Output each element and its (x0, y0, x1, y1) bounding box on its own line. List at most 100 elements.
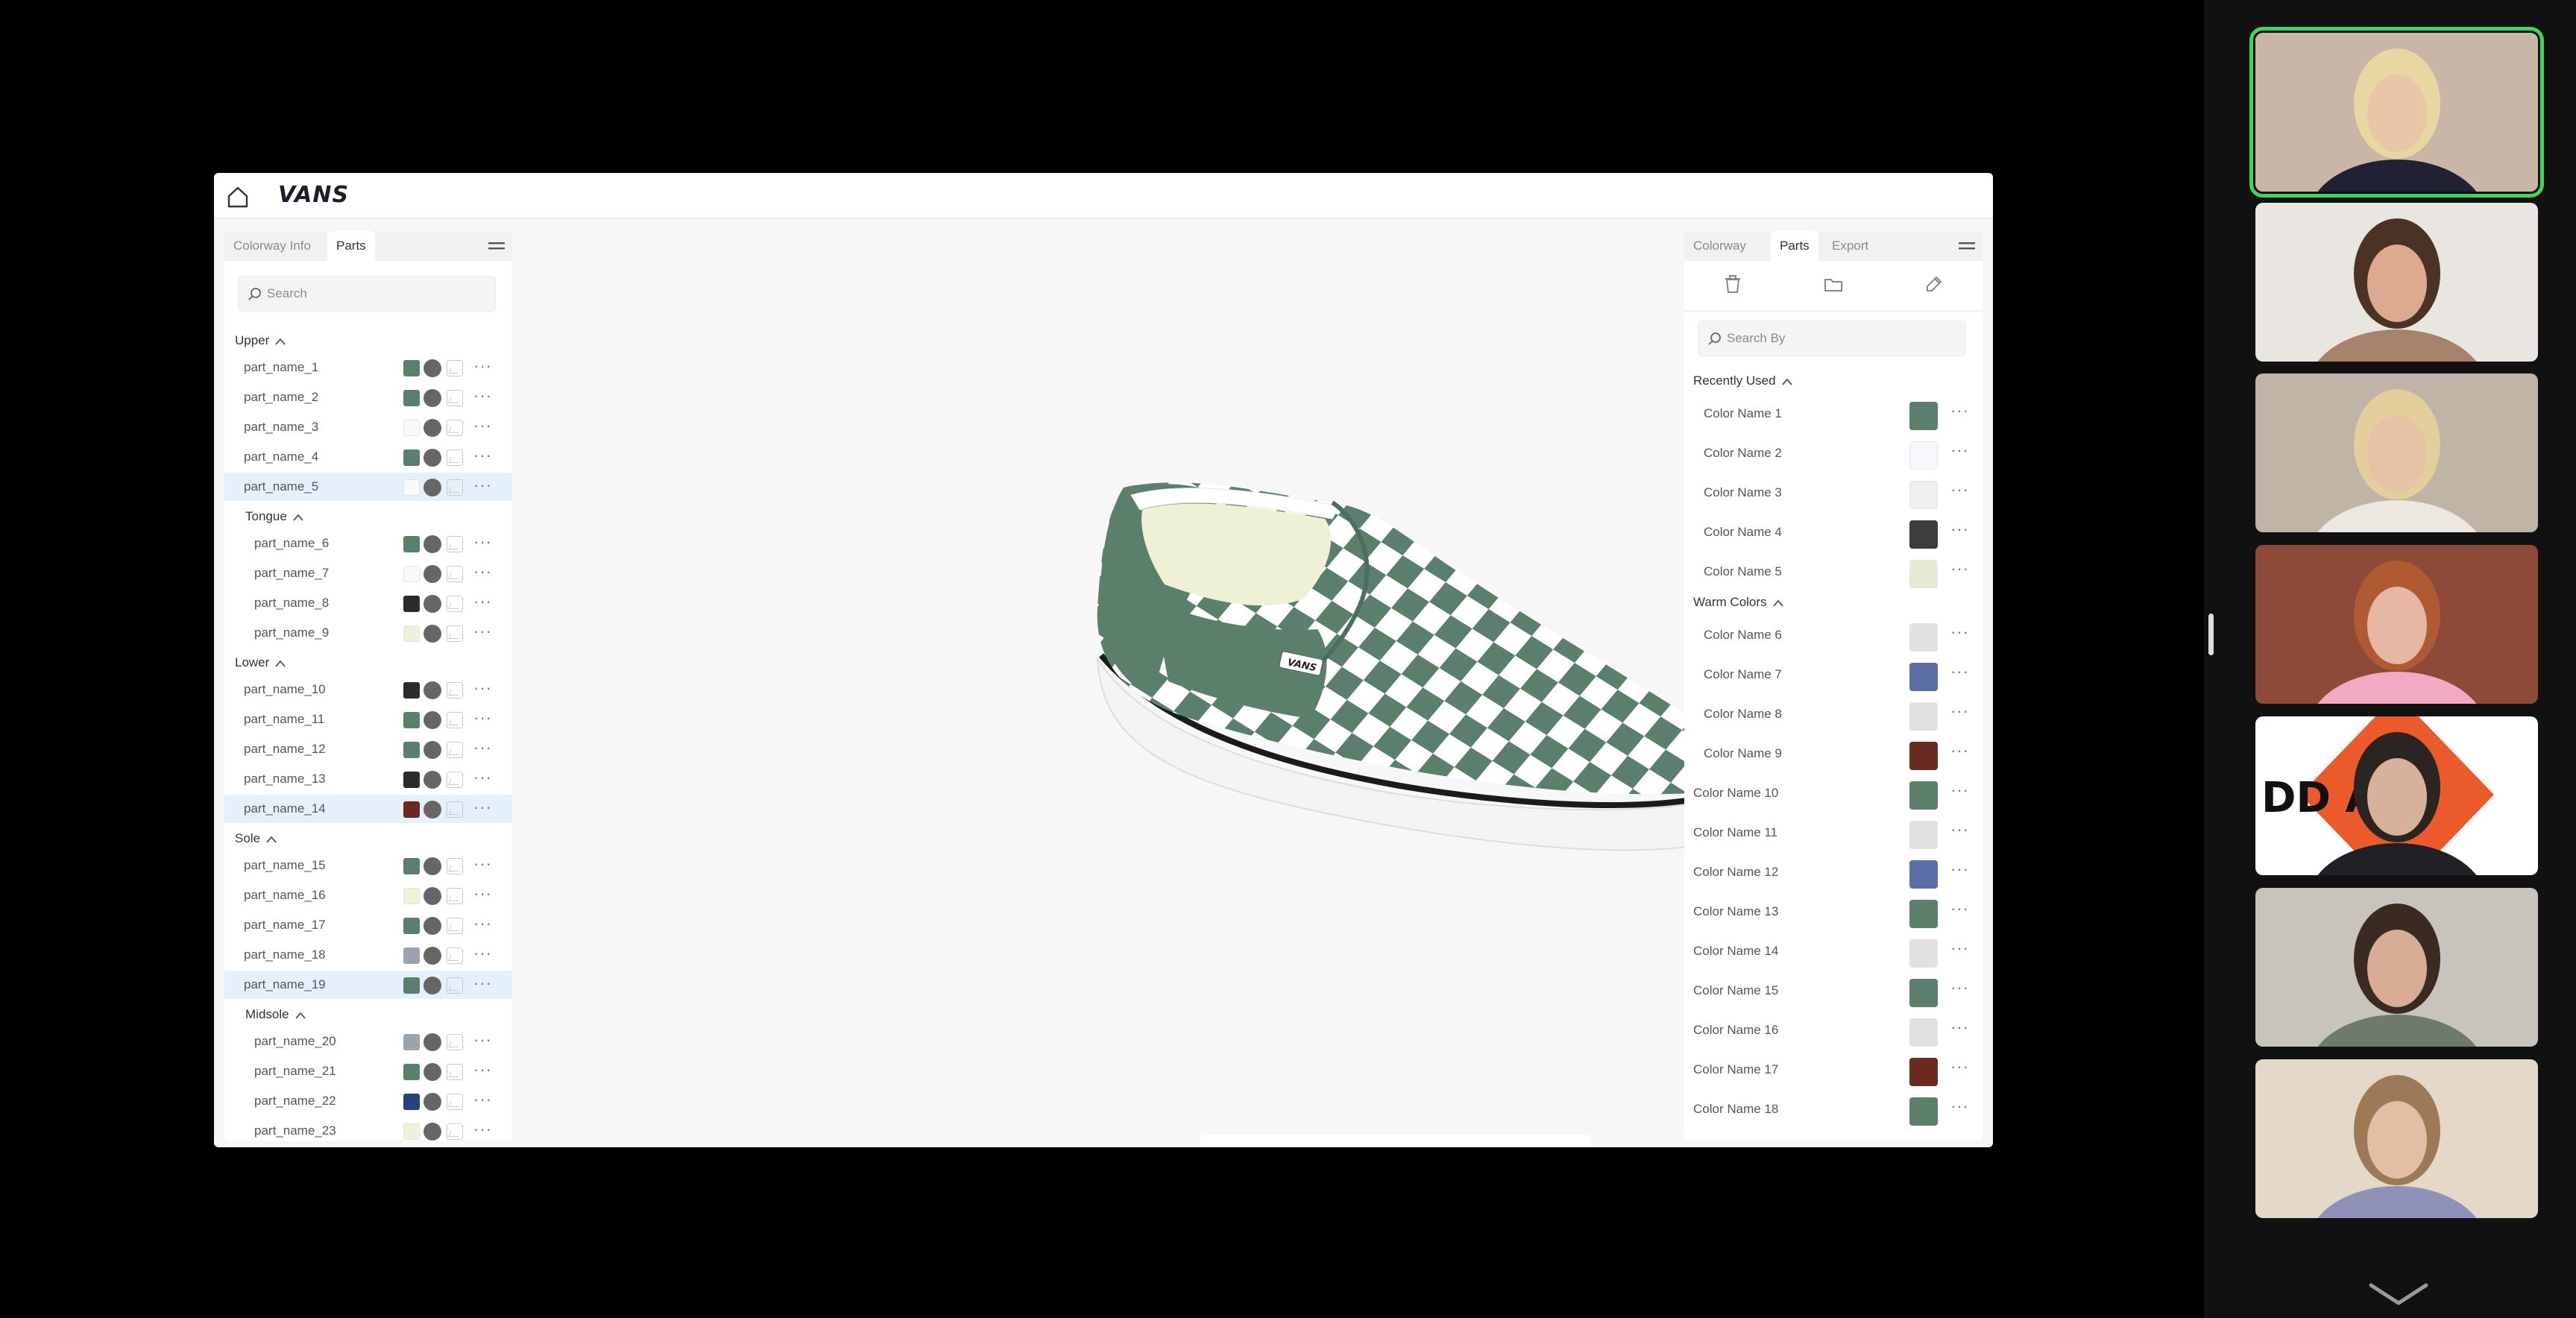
material-icon[interactable] (423, 449, 441, 467)
tab-colorway[interactable]: Colorway (1684, 231, 1755, 261)
part-row[interactable]: part_name_16 ··· (224, 881, 512, 909)
more-options-icon[interactable]: ··· (473, 974, 492, 993)
more-options-icon[interactable]: ··· (473, 1120, 492, 1139)
more-options-icon[interactable]: ··· (473, 446, 492, 465)
material-icon[interactable] (423, 389, 441, 407)
part-color-swatch[interactable] (403, 888, 420, 904)
material-icon[interactable] (423, 1123, 441, 1141)
eyedropper-icon[interactable] (1923, 273, 1945, 295)
color-row[interactable]: Color Name 13 ··· (1684, 892, 1983, 931)
tab-colorway-info[interactable]: Colorway Info (224, 231, 320, 261)
part-color-swatch[interactable] (403, 536, 420, 552)
part-row[interactable]: part_name_4 ··· (224, 443, 512, 471)
more-options-icon[interactable]: ··· (473, 386, 492, 406)
material-icon[interactable] (423, 887, 441, 905)
more-options-icon[interactable]: ··· (473, 884, 492, 904)
texture-image-icon[interactable] (447, 420, 463, 436)
more-options-icon[interactable]: ··· (1950, 559, 1969, 578)
texture-image-icon[interactable] (447, 536, 463, 552)
more-options-icon[interactable]: ··· (473, 416, 492, 435)
chevron-up-icon[interactable] (1772, 599, 1783, 607)
color-row[interactable]: Color Name 5 ··· (1684, 552, 1983, 591)
part-row[interactable]: part_name_2 ··· (224, 383, 512, 412)
texture-image-icon[interactable] (447, 742, 463, 758)
material-icon[interactable] (423, 711, 441, 729)
material-icon[interactable] (423, 479, 441, 496)
part-row[interactable]: part_name_7 ··· (224, 559, 512, 587)
texture-image-icon[interactable] (447, 596, 463, 612)
part-row[interactable]: part_name_6 ··· (224, 529, 512, 558)
texture-image-icon[interactable] (447, 712, 463, 728)
part-color-swatch[interactable] (403, 390, 420, 406)
color-swatch[interactable] (1909, 821, 1938, 849)
material-icon[interactable] (423, 857, 441, 875)
part-row[interactable]: part_name_10 ··· (224, 675, 512, 704)
part-row[interactable]: part_name_18 ··· (224, 941, 512, 969)
participant-video-tile[interactable] (2255, 1059, 2538, 1218)
color-swatch[interactable] (1909, 781, 1938, 810)
material-icon[interactable] (423, 625, 441, 643)
color-row[interactable]: Color Name 7 ··· (1684, 655, 1983, 694)
participant-video-tile[interactable] (2255, 203, 2538, 362)
more-options-icon[interactable]: ··· (1950, 480, 1969, 499)
part-color-swatch[interactable] (403, 947, 420, 964)
more-options-icon[interactable]: ··· (473, 592, 492, 611)
color-group-warm-colors[interactable]: Warm Colors (1693, 591, 1783, 614)
color-row[interactable]: Color Name 15 ··· (1684, 971, 1983, 1010)
texture-image-icon[interactable] (447, 918, 463, 934)
texture-image-icon[interactable] (447, 625, 463, 642)
group-header-midsole[interactable]: Midsole (245, 1003, 306, 1026)
color-row[interactable]: Color Name 1 ··· (1684, 394, 1983, 433)
color-swatch[interactable] (1909, 560, 1938, 588)
part-color-swatch[interactable] (403, 772, 420, 788)
texture-image-icon[interactable] (447, 1094, 463, 1110)
color-row[interactable]: Color Name 4 ··· (1684, 512, 1983, 552)
pointer-icon[interactable] (1213, 1145, 1237, 1147)
more-options-icon[interactable]: ··· (473, 562, 492, 581)
texture-image-icon[interactable] (447, 1034, 463, 1050)
material-icon[interactable] (423, 535, 441, 553)
part-color-swatch[interactable] (403, 858, 420, 874)
material-icon[interactable] (423, 1093, 441, 1111)
part-color-swatch[interactable] (403, 1064, 420, 1080)
more-options-icon[interactable]: ··· (1950, 662, 1969, 681)
group-header-lower[interactable]: Lower (235, 652, 286, 674)
part-row[interactable]: part_name_23 ··· (224, 1117, 512, 1141)
material-icon[interactable] (423, 1063, 441, 1081)
part-color-swatch[interactable] (403, 977, 420, 994)
notes-icon[interactable] (1332, 1145, 1356, 1147)
more-options-icon[interactable]: ··· (1950, 622, 1969, 642)
part-row[interactable]: part_name_20 ··· (224, 1027, 512, 1056)
parts-search-input[interactable] (267, 277, 461, 311)
material-icon[interactable] (423, 741, 441, 759)
texture-image-icon[interactable] (447, 479, 463, 496)
part-row[interactable]: part_name_15 ··· (224, 851, 512, 880)
part-color-swatch[interactable] (403, 596, 420, 612)
color-row[interactable]: Color Name 11 ··· (1684, 813, 1983, 852)
part-color-swatch[interactable] (403, 918, 420, 934)
part-color-swatch[interactable] (403, 801, 420, 818)
part-row[interactable]: part_name_3 ··· (224, 413, 512, 441)
part-row[interactable]: part_name_12 ··· (224, 735, 512, 763)
gallery-resize-handle[interactable] (2208, 614, 2214, 655)
part-color-swatch[interactable] (403, 1094, 420, 1110)
material-icon[interactable] (423, 359, 441, 377)
chevron-down-icon[interactable] (2368, 1281, 2429, 1308)
more-options-icon[interactable]: ··· (1950, 1057, 1969, 1076)
color-swatch[interactable] (1909, 441, 1938, 470)
color-swatch[interactable] (1909, 860, 1938, 889)
more-options-icon[interactable]: ··· (1950, 899, 1969, 918)
color-swatch[interactable] (1909, 520, 1938, 549)
material-icon[interactable] (423, 917, 441, 935)
hide-icon[interactable] (1392, 1145, 1416, 1147)
texture-image-icon[interactable] (447, 888, 463, 904)
participant-video-tile[interactable] (2249, 27, 2544, 198)
chevron-up-icon[interactable] (266, 836, 277, 843)
part-row[interactable]: part_name_8 ··· (224, 589, 512, 617)
trash-icon[interactable] (1722, 273, 1744, 295)
home-icon[interactable] (224, 183, 251, 210)
part-row[interactable]: part_name_19 ··· (224, 971, 512, 999)
folder-icon[interactable] (1822, 273, 1845, 295)
more-options-icon[interactable]: ··· (473, 1060, 492, 1079)
texture-image-icon[interactable] (447, 977, 463, 994)
